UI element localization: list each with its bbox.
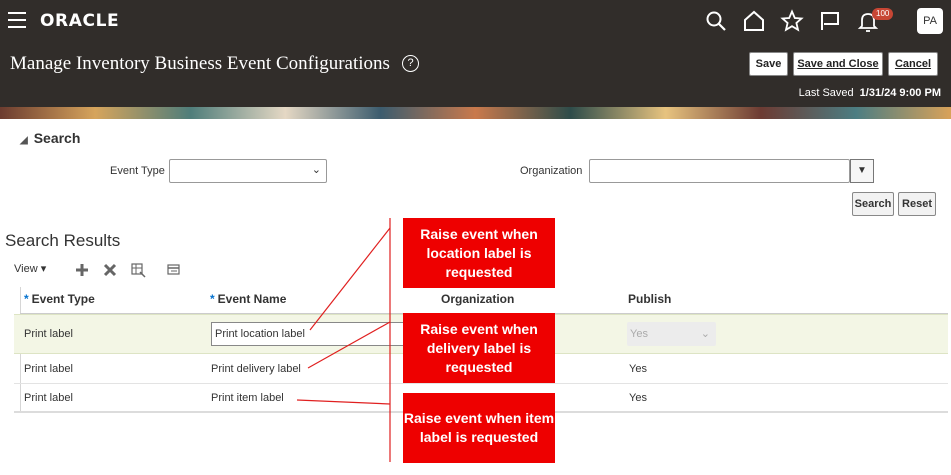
row-3-event-name: Print item label	[211, 392, 284, 404]
row-1-publish-select[interactable]: Yes ⌄	[627, 322, 716, 346]
menu-icon[interactable]	[8, 12, 26, 28]
row-2-event-type: Print label	[24, 363, 73, 375]
search-section-header[interactable]: ◢ Search	[20, 130, 80, 146]
organization-label: Organization	[520, 165, 583, 177]
required-asterisk: *	[24, 292, 29, 306]
save-and-close-button[interactable]: Save and Close	[793, 52, 883, 76]
save-button[interactable]: Save	[749, 52, 788, 76]
row-2-event-name: Print delivery label	[211, 363, 301, 375]
chevron-down-icon: ⌄	[700, 328, 710, 340]
row-3-event-type: Print label	[24, 392, 73, 404]
oracle-logo[interactable]: ORACLE	[40, 11, 119, 31]
last-saved: Last Saved 1/31/24 9:00 PM	[799, 87, 941, 99]
required-asterisk: *	[210, 292, 215, 306]
collapse-triangle-icon[interactable]: ◢	[20, 135, 28, 146]
row-1-event-name-input[interactable]: Print location label	[211, 322, 408, 346]
view-menu[interactable]: View ▾	[14, 262, 46, 275]
chevron-down-icon: ⌄	[311, 164, 321, 176]
last-saved-value: 1/31/24 9:00 PM	[859, 87, 941, 99]
notification-badge: 100	[872, 8, 894, 20]
column-header-event-name-label: Event Name	[217, 292, 287, 306]
freeze-icon[interactable]	[166, 262, 182, 278]
event-type-select[interactable]: ⌄	[169, 159, 327, 183]
delete-icon[interactable]	[102, 262, 118, 278]
row-2-publish: Yes	[629, 363, 647, 375]
reset-button[interactable]: Reset	[898, 192, 936, 216]
export-icon[interactable]	[130, 262, 146, 278]
organization-dropdown-button[interactable]: ▼	[850, 159, 874, 183]
global-header: ORACLE 100 PA	[0, 0, 951, 42]
last-saved-label: Last Saved	[798, 87, 854, 99]
row-1-publish-value: Yes	[630, 328, 648, 340]
column-header-publish[interactable]: Publish	[628, 292, 671, 306]
view-menu-label: View	[14, 263, 38, 275]
search-icon[interactable]	[704, 9, 728, 33]
caret-down-icon: ▾	[40, 263, 47, 275]
search-section-title: Search	[33, 130, 81, 146]
help-icon[interactable]: ?	[402, 55, 419, 72]
callout-item-label: Raise event when item label is requested	[403, 393, 555, 463]
star-icon[interactable]	[780, 9, 804, 33]
column-header-event-type[interactable]: * Event Type	[24, 292, 95, 306]
callout-location-label: Raise event when location label is reque…	[403, 218, 555, 288]
cancel-button[interactable]: Cancel	[888, 52, 938, 76]
flag-icon[interactable]	[818, 9, 842, 33]
column-header-organization[interactable]: Organization	[441, 292, 514, 306]
page-header: Manage Inventory Business Event Configur…	[0, 42, 951, 107]
decorative-banner	[0, 107, 951, 119]
event-type-label: Event Type	[110, 165, 165, 177]
column-header-event-type-label: Event Type	[31, 292, 95, 306]
row-3-publish: Yes	[629, 392, 647, 404]
home-icon[interactable]	[742, 9, 766, 33]
organization-input[interactable]	[589, 159, 850, 183]
search-button[interactable]: Search	[852, 192, 894, 216]
search-results-title: Search Results	[5, 231, 121, 250]
user-avatar[interactable]: PA	[917, 8, 943, 34]
add-icon[interactable]	[74, 262, 90, 278]
callout-delivery-label: Raise event when delivery label is reque…	[403, 313, 555, 383]
column-header-event-name[interactable]: * Event Name	[210, 292, 286, 306]
page-title: Manage Inventory Business Event Configur…	[10, 53, 390, 74]
row-1-event-type: Print label	[24, 328, 73, 340]
